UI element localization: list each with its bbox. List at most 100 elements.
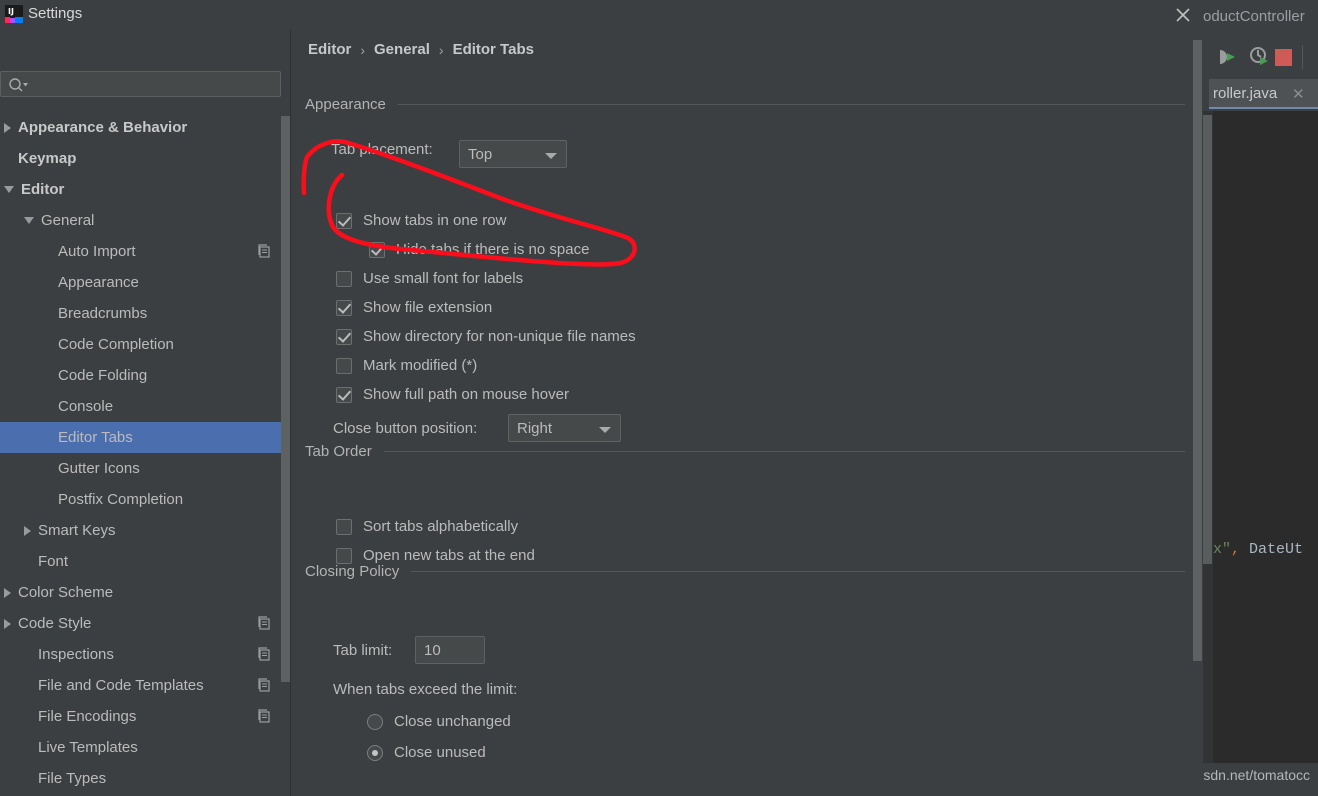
sidebar-item-live-templates[interactable]: Live Templates (0, 732, 291, 763)
sidebar-item-label: Breadcrumbs (58, 305, 148, 322)
run-icon[interactable] (1217, 46, 1239, 68)
sidebar-item-editor[interactable]: Editor (0, 174, 291, 205)
copy-settings-icon[interactable] (257, 616, 271, 634)
sidebar-item-appearance[interactable]: Appearance (0, 267, 291, 298)
close-icon[interactable] (1172, 4, 1194, 26)
radio-close-unchanged[interactable]: Close unchanged (367, 713, 511, 730)
ide-editor-tab-label: roller.java (1213, 85, 1278, 102)
chevron-right-icon[interactable] (4, 122, 11, 133)
code-string: x" (1213, 541, 1232, 558)
copy-settings-icon[interactable] (257, 647, 271, 665)
tab-placement-value: Top (468, 145, 493, 163)
sidebar-item-keymap[interactable]: Keymap (0, 143, 291, 174)
code-identifier: DateUt (1249, 541, 1304, 558)
tab-limit-input[interactable]: 10 (415, 636, 485, 664)
checkbox-box[interactable] (336, 547, 352, 564)
sidebar-item-file-types[interactable]: File Types (0, 763, 291, 794)
checkbox-show-file-extension[interactable]: Show file extension (336, 299, 492, 316)
sidebar-scrollbar-thumb[interactable] (281, 116, 290, 682)
sidebar-item-label: File Types (38, 770, 107, 787)
dialog-title: Settings (28, 5, 83, 22)
section-title: Closing Policy (305, 563, 400, 580)
debug-icon[interactable] (1249, 46, 1271, 68)
copy-settings-icon[interactable] (257, 244, 271, 262)
sidebar-item-code-style[interactable]: Code Style (0, 608, 291, 639)
copy-settings-icon[interactable] (257, 709, 271, 727)
radio-close-unused[interactable]: Close unused (367, 744, 486, 761)
checkbox-box[interactable] (336, 270, 352, 287)
checkbox-box[interactable] (369, 241, 385, 258)
sidebar-item-label: File Encodings (38, 708, 137, 725)
checkbox-box[interactable] (336, 357, 352, 374)
checkbox-use-small-font[interactable]: Use small font for labels (336, 270, 523, 287)
checkbox-mark-modified[interactable]: Mark modified (*) (336, 357, 477, 374)
checkbox-sort-tabs-alphabetically[interactable]: Sort tabs alphabetically (336, 518, 518, 535)
sidebar-item-label: Appearance (58, 274, 139, 291)
checkbox-box[interactable] (336, 212, 352, 229)
sidebar-item-appearance-behavior[interactable]: Appearance & Behavior (0, 112, 291, 143)
checkbox-label: Show directory for non-unique file names (363, 328, 636, 345)
sidebar-item-color-scheme[interactable]: Color Scheme (0, 577, 291, 608)
tab-limit-label: Tab limit: (333, 642, 393, 659)
ide-scrollbar-thumb[interactable] (1203, 115, 1212, 564)
sidebar-item-label: Font (38, 553, 69, 570)
radio-button[interactable] (367, 713, 383, 730)
sidebar-item-postfix-completion[interactable]: Postfix Completion (0, 484, 291, 515)
sidebar-item-gutter-icons[interactable]: Gutter Icons (0, 453, 291, 484)
breadcrumb-item-general[interactable]: General (374, 41, 430, 58)
checkbox-label: Show full path on mouse hover (363, 386, 569, 403)
sidebar-item-smart-keys[interactable]: Smart Keys (0, 515, 291, 546)
checkbox-label: Mark modified (*) (363, 357, 478, 374)
chevron-right-icon[interactable] (24, 525, 31, 536)
sidebar-item-code-folding[interactable]: Code Folding (0, 360, 291, 391)
close-button-position-select[interactable]: Right (508, 414, 621, 442)
checkbox-show-full-path-hover[interactable]: Show full path on mouse hover (336, 386, 569, 403)
checkbox-label: Use small font for labels (363, 270, 524, 287)
sidebar-item-console[interactable]: Console (0, 391, 291, 422)
sidebar-item-label: Postfix Completion (58, 491, 184, 508)
checkbox-box[interactable] (336, 386, 352, 403)
stop-icon[interactable] (1275, 49, 1292, 66)
sidebar-item-file-and-code-templates[interactable]: File and Code Templates (0, 670, 291, 701)
section-divider (383, 451, 1185, 452)
checkbox-open-new-tabs-end[interactable]: Open new tabs at the end (336, 547, 535, 564)
tab-placement-row: Tab placement: (331, 141, 433, 158)
sidebar-item-inspections[interactable]: Inspections (0, 639, 291, 670)
content-scrollbar-thumb[interactable] (1193, 40, 1202, 661)
chevron-right-icon[interactable] (4, 587, 11, 598)
sidebar-item-label: Inspections (38, 646, 114, 663)
chevron-right-icon[interactable] (4, 618, 11, 629)
chevron-down-icon[interactable] (24, 217, 34, 224)
section-divider (397, 104, 1185, 105)
settings-tree[interactable]: Appearance & Behavior Keymap Editor General… (0, 112, 291, 796)
code-punctuation: , (1231, 541, 1241, 558)
sidebar-item-file-encodings[interactable]: File Encodings (0, 701, 291, 732)
chevron-right-icon: › (438, 41, 444, 58)
sidebar-item-label: Color Scheme (18, 584, 114, 601)
exceed-label: When tabs exceed the limit: (333, 681, 518, 698)
sidebar-item-auto-import[interactable]: Auto Import (0, 236, 291, 267)
checkbox-show-directory-nonunique[interactable]: Show directory for non-unique file names (336, 328, 636, 345)
checkbox-show-tabs-one-row[interactable]: Show tabs in one row (336, 212, 506, 229)
sidebar-item-editor-tabs[interactable]: Editor Tabs (0, 422, 291, 453)
sidebar-item-breadcrumbs[interactable]: Breadcrumbs (0, 298, 291, 329)
sidebar-item-general[interactable]: General (0, 205, 291, 236)
sidebar-item-code-completion[interactable]: Code Completion (0, 329, 291, 360)
sidebar-item-font[interactable]: Font (0, 546, 291, 577)
sidebar-item-label: Code Folding (58, 367, 148, 384)
tab-limit-row: Tab limit: (333, 642, 392, 659)
settings-content: Editor › General › Editor Tabs Appearanc… (291, 30, 1203, 796)
breadcrumb-item-editor[interactable]: Editor (308, 41, 351, 58)
checkbox-box[interactable] (336, 518, 352, 535)
radio-button[interactable] (367, 744, 383, 761)
chevron-down-icon[interactable] (4, 186, 14, 193)
checkbox-box[interactable] (336, 328, 352, 345)
close-button-position-value: Right (517, 419, 553, 437)
checkbox-box[interactable] (336, 299, 352, 316)
copy-settings-icon[interactable] (257, 678, 271, 696)
search-input[interactable] (0, 71, 281, 97)
close-button-position-label: Close button position: (333, 420, 478, 437)
checkbox-hide-tabs-no-space[interactable]: Hide tabs if there is no space (369, 241, 589, 258)
tab-placement-select[interactable]: Top (459, 140, 567, 168)
close-icon[interactable]: ✕ (1292, 85, 1305, 103)
